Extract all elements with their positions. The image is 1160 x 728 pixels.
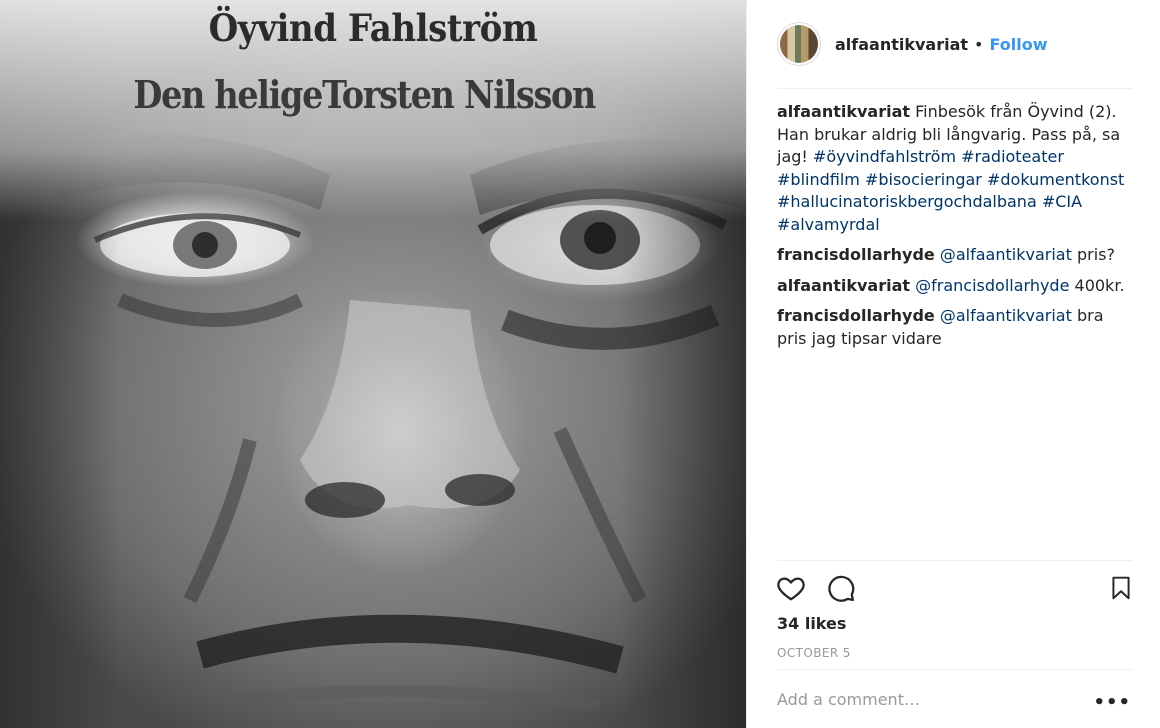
post-sidebar: alfaantikvariat • Follow alfaantikvariat… — [746, 0, 1160, 728]
post-date[interactable]: OCTOBER 5 — [777, 646, 851, 660]
list-item: francisdollarhyde @alfaantikvariat bra p… — [777, 305, 1136, 350]
comment-text: 400kr. — [1074, 275, 1125, 295]
post-photo[interactable]: Öyvind Fahlström Den heligeTorsten Nilss… — [0, 0, 746, 728]
book-cover-author: Öyvind Fahlström — [208, 6, 538, 50]
divider — [777, 669, 1133, 670]
comment-username[interactable]: alfaantikvariat — [777, 102, 910, 121]
speech-bubble-icon[interactable] — [825, 572, 857, 604]
avatar-image — [780, 25, 818, 63]
comment-username[interactable]: francisdollarhyde — [777, 245, 935, 264]
avatar[interactable] — [777, 22, 821, 66]
more-options-button[interactable]: ••• — [1093, 692, 1131, 713]
add-comment-section: ••• — [777, 690, 1133, 720]
bookmark-icon[interactable] — [1105, 572, 1137, 604]
divider — [777, 88, 1133, 89]
likes-count[interactable]: 34 likes — [777, 614, 846, 633]
hashtag-link[interactable]: #öyvindfahlström — [813, 147, 956, 166]
hashtag-link[interactable]: #blindfilm — [777, 170, 860, 189]
header-username[interactable]: alfaantikvariat — [835, 35, 968, 54]
hashtag-link[interactable]: #hallucinatoriskbergochdalbana — [777, 192, 1037, 211]
hashtag-link[interactable]: #bisocieringar — [865, 170, 982, 189]
mention-link[interactable]: @francisdollarhyde — [915, 276, 1069, 295]
divider — [777, 560, 1133, 561]
hashtag-link[interactable]: #alvamyrdal — [777, 215, 880, 234]
heart-icon[interactable] — [775, 572, 807, 604]
hashtag-link[interactable]: #CIA — [1042, 192, 1082, 211]
mention-link[interactable]: @alfaantikvariat — [940, 306, 1072, 325]
caption-comment: alfaantikvariat Finbesök från Öyvind (2)… — [777, 101, 1136, 236]
book-cover-title: Den heligeTorsten Nilsson — [133, 72, 596, 117]
hashtag-link[interactable]: #dokumentkonst — [987, 170, 1124, 189]
header-separator: • — [974, 34, 984, 54]
instagram-post: Öyvind Fahlström Den heligeTorsten Nilss… — [0, 0, 1160, 728]
comment-input[interactable] — [777, 690, 1097, 709]
follow-button[interactable]: Follow — [989, 35, 1047, 54]
comment-username[interactable]: alfaantikvariat — [777, 276, 910, 295]
list-item: alfaantikvariat @francisdollarhyde 400kr… — [777, 275, 1136, 298]
list-item: francisdollarhyde @alfaantikvariat pris? — [777, 244, 1136, 267]
action-bar — [777, 572, 1133, 604]
comment-text: pris? — [1076, 245, 1115, 264]
hashtag-link[interactable]: #radioteater — [961, 147, 1064, 166]
comments-list: alfaantikvariat Finbesök från Öyvind (2)… — [777, 101, 1136, 358]
mention-link[interactable]: @alfaantikvariat — [940, 245, 1072, 264]
post-header: alfaantikvariat • Follow — [747, 0, 1160, 88]
comment-username[interactable]: francisdollarhyde — [777, 306, 935, 325]
